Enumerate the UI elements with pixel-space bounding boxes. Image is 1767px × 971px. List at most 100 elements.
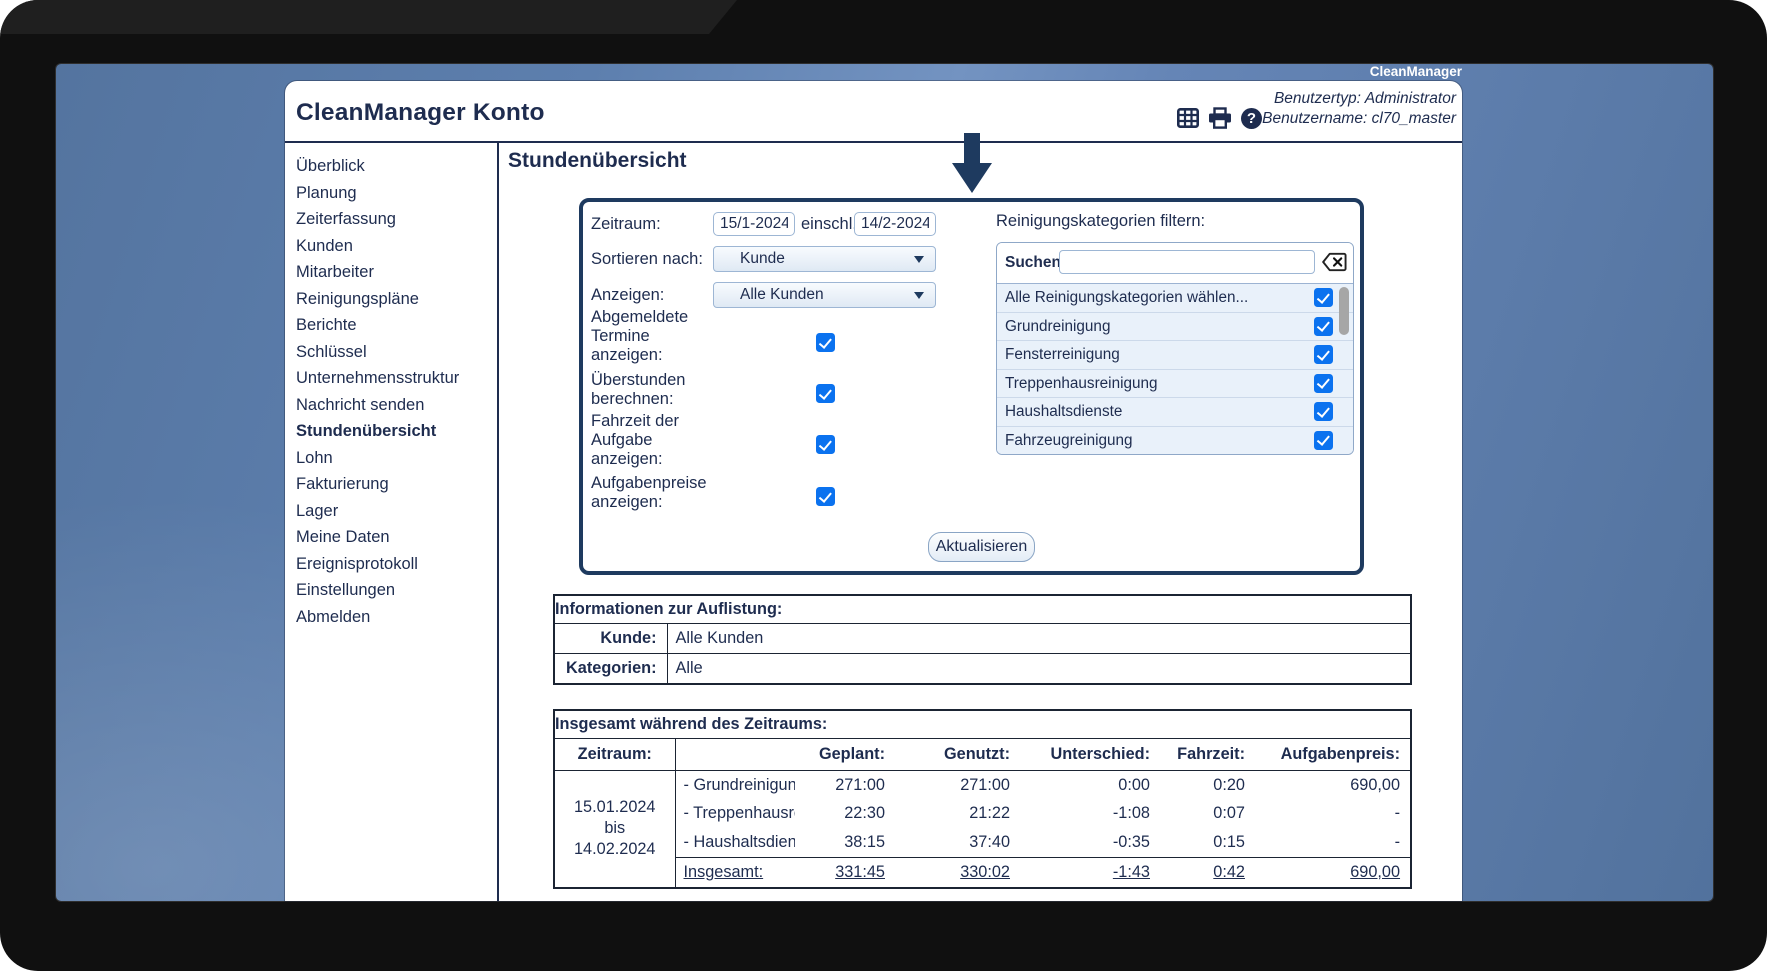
category-item-fahrzeugreinigung[interactable]: Fahrzeugreinigung (997, 427, 1353, 456)
cell-unterschied: -1:08 (1020, 800, 1160, 829)
sidebar-item-lager[interactable]: Lager (285, 498, 497, 525)
category-label: Treppenhausreinigung (1005, 370, 1158, 398)
category-checkbox-fensterreinigung[interactable] (1314, 345, 1333, 364)
category-item-alle[interactable]: Alle Reinigungskategorien wählen... (997, 284, 1353, 313)
col-header-unterschied: Unterschied: (1020, 739, 1160, 771)
sort-label: Sortieren nach: (591, 246, 703, 272)
clear-search-icon[interactable] (1322, 252, 1347, 272)
col-header-zeitraum: Zeitraum: (554, 739, 675, 771)
device-frame: CleanManager CleanManager Konto (0, 0, 1767, 971)
sidebar-item-abmelden[interactable]: Abmelden (285, 604, 497, 631)
row-name: - Haushaltsdienste (675, 828, 795, 857)
chevron-down-icon (914, 256, 924, 263)
app-window: CleanManager Konto (285, 81, 1462, 901)
category-item-treppenhausreinigung[interactable]: Treppenhausreinigung (997, 370, 1353, 399)
sidebar-item-berichte[interactable]: Berichte (285, 312, 497, 339)
cell-geplant: 22:30 (795, 800, 895, 829)
scrollbar-thumb[interactable] (1339, 287, 1349, 335)
sidebar-item-lohn[interactable]: Lohn (285, 445, 497, 472)
search-label: Suchen: (1005, 243, 1066, 283)
table-row: - Haushaltsdienste 38:15 37:40 -0:35 0:1… (554, 828, 1411, 857)
category-checkbox-fahrzeugreinigung[interactable] (1314, 431, 1333, 450)
category-checkbox-alle[interactable] (1314, 288, 1333, 307)
cell-fahrzeit: 0:20 (1160, 771, 1255, 800)
cell-genutzt: 271:00 (895, 771, 1020, 800)
sidebar-item-mitarbeiter[interactable]: Mitarbeiter (285, 259, 497, 286)
sidebar: Überblick Planung Zeiterfassung Kunden M… (285, 143, 499, 901)
table-row: Kategorien: Alle (554, 654, 1411, 685)
window-title: CleanManager Konto (296, 99, 545, 127)
cell-genutzt: 37:40 (895, 828, 1020, 857)
period-cell: 15.01.2024 bis 14.02.2024 (554, 771, 675, 888)
filter-title: Reinigungskategorien filtern: (996, 212, 1205, 231)
print-icon[interactable] (1208, 107, 1232, 129)
category-label: Fahrzeugreinigung (1005, 427, 1133, 455)
table-header-row: Zeitraum: Geplant: Genutzt: Unterschied:… (554, 739, 1411, 771)
cell-fahrzeit: 0:15 (1160, 828, 1255, 857)
cell-geplant: 38:15 (795, 828, 895, 857)
info-label: Kunde: (554, 624, 667, 654)
sidebar-item-planung[interactable]: Planung (285, 180, 497, 207)
date-from-input[interactable] (713, 212, 795, 236)
category-label: Grundreinigung (1005, 313, 1110, 341)
info-value: Alle (667, 654, 1411, 685)
einschl-label: einschl. (801, 212, 857, 236)
row-name: - Treppenhausreinig (675, 800, 795, 829)
sidebar-item-kunden[interactable]: Kunden (285, 233, 497, 260)
info-table-title: Informationen zur Auflistung: (554, 595, 1411, 624)
category-checkbox-grundreinigung[interactable] (1314, 317, 1333, 336)
user-type: Benutzertyp: Administrator (1262, 89, 1456, 109)
total-fahrzeit: 0:42 (1160, 857, 1255, 888)
chevron-down-icon (914, 292, 924, 299)
update-button[interactable]: Aktualisieren (928, 532, 1035, 562)
cell-geplant: 271:00 (795, 771, 895, 800)
row-name: - Grundreinigung (675, 771, 795, 800)
category-list: Alle Reinigungskategorien wählen... Grun… (997, 284, 1353, 455)
sidebar-item-nachricht-senden[interactable]: Nachricht senden (285, 392, 497, 419)
sort-select-value: Kunde (740, 250, 785, 267)
period-bis: bis (555, 818, 675, 839)
show-select[interactable]: Alle Kunden (713, 282, 936, 308)
sort-select[interactable]: Kunde (713, 246, 936, 272)
category-label: Haushaltsdienste (1005, 398, 1122, 426)
period-start: 15.01.2024 (555, 797, 675, 818)
category-checkbox-treppenhausreinigung[interactable] (1314, 374, 1333, 393)
sidebar-item-ereignisprotokoll[interactable]: Ereignisprotokoll (285, 551, 497, 578)
table-row: 15.01.2024 bis 14.02.2024 - Grundreinigu… (554, 771, 1411, 800)
search-input[interactable] (1059, 250, 1315, 274)
total-genutzt: 330:02 (895, 857, 1020, 888)
info-label: Kategorien: (554, 654, 667, 685)
checkbox-ueberstunden[interactable] (816, 384, 835, 403)
total-geplant: 331:45 (795, 857, 895, 888)
sidebar-item-meine-daten[interactable]: Meine Daten (285, 524, 497, 551)
help-icon[interactable] (1241, 108, 1262, 129)
category-item-fensterreinigung[interactable]: Fensterreinigung (997, 341, 1353, 370)
date-to-input[interactable] (854, 212, 936, 236)
table-row: Kunde: Alle Kunden (554, 624, 1411, 654)
browser-chrome-strip (0, 0, 737, 34)
checkbox-abgemeldete-termine[interactable] (816, 333, 835, 352)
table-row: - Treppenhausreinig 22:30 21:22 -1:08 0:… (554, 800, 1411, 829)
sidebar-item-fakturierung[interactable]: Fakturierung (285, 471, 497, 498)
sidebar-item-schluessel[interactable]: Schlüssel (285, 339, 497, 366)
category-item-grundreinigung[interactable]: Grundreinigung (997, 313, 1353, 342)
cell-aufgabenpreis: 690,00 (1255, 771, 1411, 800)
info-table: Informationen zur Auflistung: Kunde: All… (553, 594, 1412, 685)
show-label: Anzeigen: (591, 282, 664, 308)
sidebar-item-ueberblick[interactable]: Überblick (285, 153, 497, 180)
category-checkbox-haushaltsdienste[interactable] (1314, 402, 1333, 421)
table-view-icon[interactable] (1177, 108, 1199, 128)
checkbox-fahrzeit[interactable] (816, 435, 835, 454)
cell-unterschied: 0:00 (1020, 771, 1160, 800)
sidebar-item-unternehmensstruktur[interactable]: Unternehmensstruktur (285, 365, 497, 392)
sidebar-item-zeiterfassung[interactable]: Zeiterfassung (285, 206, 497, 233)
sidebar-item-einstellungen[interactable]: Einstellungen (285, 577, 497, 604)
period-end: 14.02.2024 (555, 839, 675, 860)
category-item-haushaltsdienste[interactable]: Haushaltsdienste (997, 398, 1353, 427)
content: Stundenübersicht Zeitraum: einschl. Sort… (501, 143, 1462, 901)
sidebar-item-stundenuebersicht[interactable]: Stundenübersicht (285, 418, 497, 445)
checkbox-aufgabenpreise[interactable] (816, 487, 835, 506)
sidebar-item-reinigungsplaene[interactable]: Reinigungspläne (285, 286, 497, 313)
info-value: Alle Kunden (667, 624, 1411, 654)
cell-unterschied: -0:35 (1020, 828, 1160, 857)
